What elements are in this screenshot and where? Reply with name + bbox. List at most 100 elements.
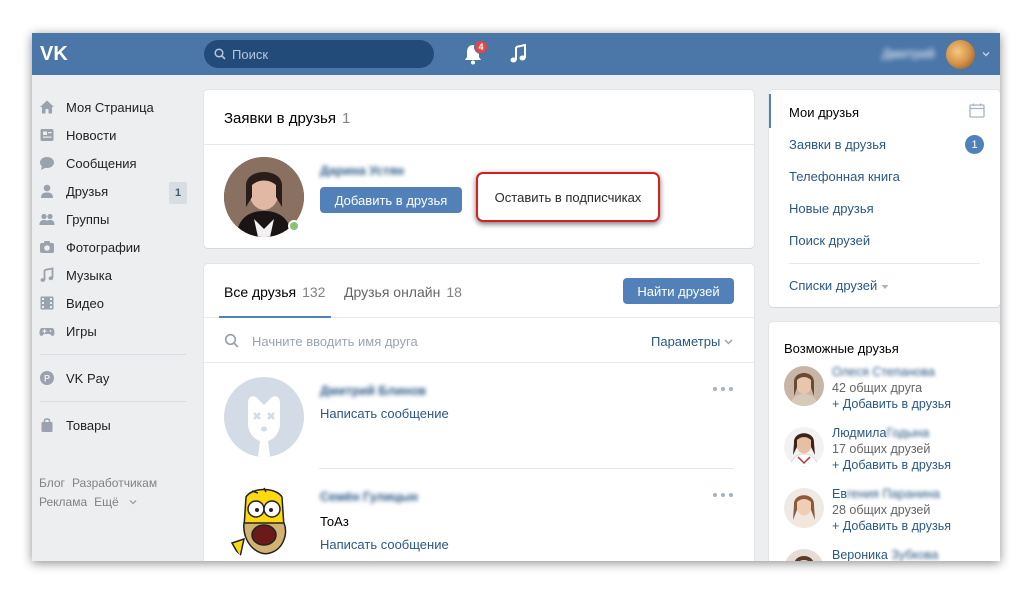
music-icon[interactable] — [508, 43, 530, 65]
find-friends-button[interactable]: Найти друзей — [623, 278, 734, 304]
common-friends-count: 42 общих друга — [832, 381, 923, 395]
vk-window: VK Поиск 4 Дмитрий Моя Страница Новости — [32, 33, 1000, 561]
sidebar-item-groups[interactable]: Группы — [32, 205, 202, 233]
sidebar-item-messages[interactable]: Сообщения — [32, 149, 202, 177]
menu-item-phone-book[interactable]: Телефонная книга — [789, 169, 900, 184]
possible-friend-avatar[interactable] — [784, 366, 824, 406]
chevron-down-icon[interactable] — [982, 50, 990, 58]
possible-friend-avatar[interactable] — [784, 488, 824, 528]
sidebar-divider — [40, 401, 186, 402]
active-menu-indicator — [769, 94, 771, 128]
name-rest: Годына — [886, 426, 930, 440]
tab-count: 132 — [302, 284, 326, 300]
sidebar-item-label: Товары — [66, 417, 111, 433]
sidebar-item-vk-pay[interactable]: P VK Pay — [32, 364, 202, 392]
keep-as-follower-label: Оставить в подписчиках — [494, 189, 642, 205]
tab-all-friends[interactable]: Все друзья 132 — [224, 284, 325, 300]
shopping-bag-icon — [41, 418, 53, 432]
footer-link-developers[interactable]: Разработчикам — [72, 476, 157, 490]
divider — [789, 263, 980, 264]
name-first: Вероника — [832, 548, 888, 561]
write-message-link[interactable]: Написать сообщение — [320, 537, 449, 552]
friend-row: Семён Гулицын ТоАз Написать сообщение — [204, 470, 754, 561]
sidebar-item-music[interactable]: Музыка — [32, 261, 202, 289]
friend-search-input[interactable]: Начните вводить имя друга — [252, 334, 418, 349]
add-friend-button[interactable]: Добавить в друзья — [320, 187, 462, 213]
keep-as-follower-highlight[interactable]: Оставить в подписчиках — [476, 172, 660, 222]
sidebar-item-video[interactable]: Видео — [32, 289, 202, 317]
menu-item-my-friends[interactable]: Мои друзья — [789, 105, 859, 120]
friend-name[interactable]: Семён Гулицын — [320, 490, 418, 504]
portrait-image — [784, 427, 824, 467]
gamepad-icon — [39, 328, 55, 336]
friend-row: Дмитрий Блинов Написать сообщение — [204, 364, 754, 469]
friend-lists-label: Списки друзей — [789, 278, 878, 293]
friend-name[interactable]: Дмитрий Блинов — [320, 384, 426, 398]
menu-item-find-friends[interactable]: Поиск друзей — [789, 233, 870, 248]
common-friends-count: 28 общих друзей — [832, 503, 931, 517]
sidebar-item-goods[interactable]: Товары — [32, 411, 202, 439]
sidebar-footer: Блог Разработчикам Реклама Ещё — [39, 474, 164, 512]
calendar-icon[interactable] — [969, 103, 985, 118]
notifications-badge: 4 — [474, 40, 488, 54]
search-icon — [224, 333, 239, 348]
homer-simpson-avatar-image — [224, 483, 304, 561]
music-icon — [40, 267, 54, 282]
menu-item-new-friends[interactable]: Новые друзья — [789, 201, 874, 216]
more-actions-icon[interactable] — [712, 386, 734, 392]
menu-item-friend-lists[interactable]: Списки друзей — [789, 278, 889, 293]
sidebar-item-my-page[interactable]: Моя Страница — [32, 93, 202, 121]
friend-search-row[interactable]: Начните вводить имя друга Параметры — [204, 319, 754, 363]
deactivated-avatar[interactable] — [224, 377, 304, 457]
parameters-label: Параметры — [651, 334, 721, 349]
footer-link-more[interactable]: Ещё — [94, 495, 137, 509]
footer-link-ads[interactable]: Реклама — [39, 495, 87, 509]
add-friend-link[interactable]: + Добавить в друзья — [832, 519, 951, 533]
tab-friends-online[interactable]: Друзья онлайн 18 — [344, 284, 462, 300]
possible-friend-name[interactable]: ЛюдмилаГодына — [832, 426, 929, 440]
friend-subtitle: ТоАз — [320, 514, 349, 529]
possible-friend-name[interactable]: Олеся Степанова — [832, 365, 935, 379]
vk-pay-icon: P — [40, 371, 54, 385]
sidebar-item-news[interactable]: Новости — [32, 121, 202, 149]
possible-friend-avatar[interactable] — [784, 549, 824, 561]
sidebar-item-games[interactable]: Игры — [32, 317, 202, 345]
add-friend-link[interactable]: + Добавить в друзья — [832, 458, 951, 472]
sidebar-item-label: Фотографии — [66, 239, 141, 255]
camera-icon — [40, 241, 54, 253]
sidebar-item-friends[interactable]: Друзья 1 — [32, 177, 202, 205]
menu-item-friend-requests[interactable]: Заявки в друзья — [789, 137, 886, 152]
online-indicator — [288, 220, 300, 232]
requests-badge: 1 — [965, 135, 984, 154]
svg-text:VK: VK — [40, 43, 68, 63]
sidebar-item-label: Музыка — [66, 267, 112, 283]
possible-friend-avatar[interactable] — [784, 427, 824, 467]
friend-requests-card: Заявки в друзья 1 Дарина Устян Добавить в… — [204, 90, 754, 248]
user-name[interactable]: Дмитрий — [882, 46, 935, 61]
sidebar-item-label: VK Pay — [66, 370, 110, 386]
user-avatar[interactable] — [946, 40, 975, 69]
more-actions-icon[interactable] — [712, 492, 734, 498]
vk-logo-icon[interactable]: VK — [40, 43, 72, 63]
friend-avatar[interactable] — [224, 483, 304, 561]
sidebar-item-label: Видео — [66, 295, 104, 311]
vk-dog-placeholder-icon — [224, 377, 304, 457]
parameters-dropdown[interactable]: Параметры — [651, 334, 733, 349]
portrait-image — [784, 488, 824, 528]
possible-friend-name[interactable]: Евгения Паранина — [832, 487, 940, 501]
add-friend-link[interactable]: + Добавить в друзья — [832, 397, 951, 411]
tab-count: 18 — [446, 284, 462, 300]
sidebar-item-photos[interactable]: Фотографии — [32, 233, 202, 261]
home-icon — [40, 100, 54, 114]
name-rest: Зубкова — [891, 548, 939, 561]
possible-friend-name[interactable]: Вероника Зубкова — [832, 548, 938, 561]
requests-count: 1 — [341, 110, 351, 127]
write-message-link[interactable]: Написать сообщение — [320, 406, 449, 421]
portrait-image — [784, 549, 824, 561]
possible-friends-title: Возможные друзья — [784, 341, 899, 356]
left-sidebar: Моя Страница Новости Сообщения Друзья 1 … — [32, 93, 202, 439]
search-input[interactable]: Поиск — [204, 40, 434, 68]
footer-link-blog[interactable]: Блог — [39, 476, 65, 490]
sidebar-item-label: Игры — [66, 323, 97, 339]
request-user-name[interactable]: Дарина Устян — [320, 164, 404, 178]
